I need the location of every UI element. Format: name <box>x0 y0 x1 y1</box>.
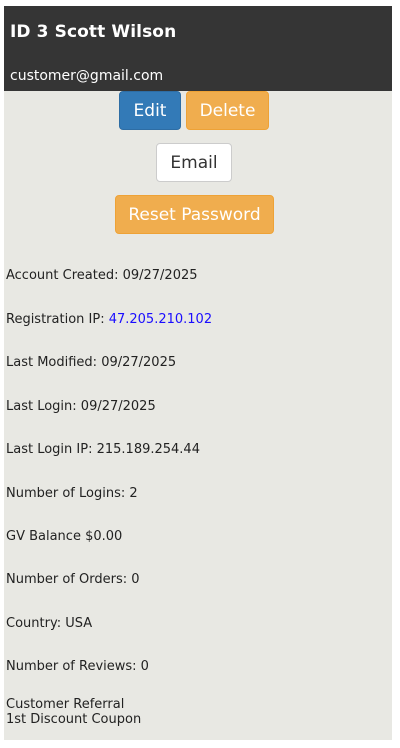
delete-button[interactable]: Delete <box>186 91 269 130</box>
account-created: Account Created: 09/27/2025 <box>6 268 198 283</box>
customer-email: customer@gmail.com <box>10 68 164 84</box>
discount-coupon-line: 1st Discount Coupon <box>6 712 142 727</box>
last-login-ip: Last Login IP: 215.189.254.44 <box>6 442 200 457</box>
edit-button[interactable]: Edit <box>119 91 181 130</box>
last-login: Last Login: 09/27/2025 <box>6 399 156 414</box>
registration-ip: Registration IP: 47.205.210.102 <box>6 312 212 327</box>
number-of-reviews: Number of Reviews: 0 <box>6 659 149 674</box>
email-button[interactable]: Email <box>156 143 232 182</box>
reset-password-button[interactable]: Reset Password <box>115 195 274 234</box>
last-modified: Last Modified: 09/27/2025 <box>6 355 177 370</box>
number-of-orders: Number of Orders: 0 <box>6 572 140 587</box>
gv-balance: GV Balance $0.00 <box>6 529 123 544</box>
registration-ip-label: Registration IP: <box>6 312 109 327</box>
registration-ip-link[interactable]: 47.205.210.102 <box>109 312 212 327</box>
customer-title: ID 3 Scott Wilson <box>10 22 177 42</box>
customer-referral: Customer Referral 1st Discount Coupon <box>6 697 141 727</box>
country: Country: USA <box>6 616 93 631</box>
customer-header: ID 3 Scott Wilson customer@gmail.com <box>4 6 392 91</box>
referral-line: Customer Referral <box>6 697 125 712</box>
number-of-logins: Number of Logins: 2 <box>6 486 138 501</box>
